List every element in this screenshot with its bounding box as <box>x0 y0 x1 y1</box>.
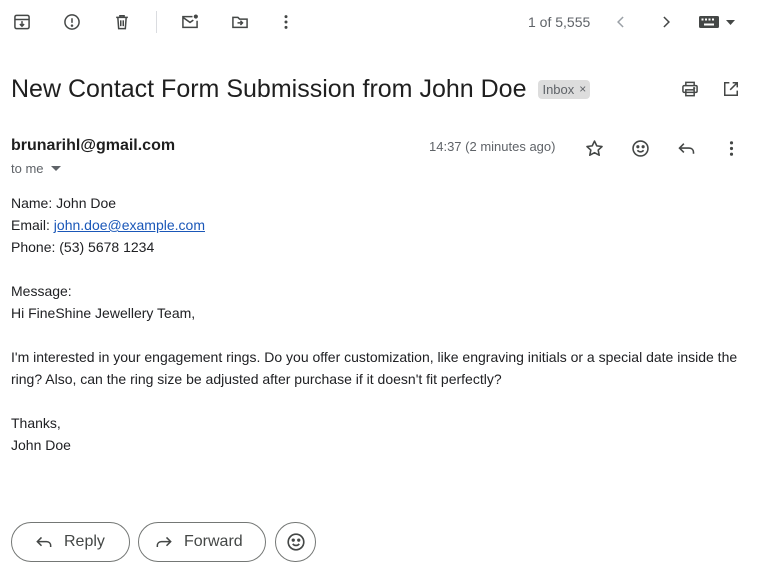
body-email-line: Email: john.doe@example.com <box>11 214 751 236</box>
toolbar: 1 of 5,555 <box>0 0 770 44</box>
message-more-icon[interactable] <box>719 136 743 160</box>
body-phone-line: Phone: (53) 5678 1234 <box>11 239 155 255</box>
delete-icon[interactable] <box>111 11 133 33</box>
forward-button-icon <box>156 536 172 547</box>
move-to-icon[interactable] <box>229 11 251 33</box>
older-chevron-right-icon[interactable] <box>655 11 677 33</box>
emoji-react-button[interactable] <box>275 522 316 562</box>
message-body: Name: John Doe Email: john.doe@example.c… <box>11 192 751 456</box>
reply-button-icon <box>36 536 52 547</box>
inbox-label-badge[interactable]: Inbox × <box>538 79 591 99</box>
smiley-icon <box>286 533 305 551</box>
body-name-line: Name: John Doe <box>11 195 117 211</box>
keyboard-input-tools-icon[interactable] <box>697 11 739 33</box>
body-email-prefix: Email: <box>11 217 54 233</box>
print-icon[interactable] <box>679 78 701 100</box>
reply-button-label: Reply <box>64 533 105 550</box>
email-subject: New Contact Form Submission from John Do… <box>11 74 527 103</box>
inbox-label-text: Inbox <box>542 81 575 97</box>
reply-button[interactable]: Reply <box>11 522 130 562</box>
mark-unread-icon[interactable] <box>179 11 201 33</box>
toolbar-separator <box>156 11 157 33</box>
body-paragraph: I'm interested in your engagement rings.… <box>11 349 738 387</box>
emoji-reaction-icon[interactable] <box>628 136 652 160</box>
star-icon[interactable] <box>582 136 606 160</box>
body-greeting: Hi FineShine Jewellery Team, <box>11 305 196 321</box>
forward-button[interactable]: Forward <box>138 522 266 562</box>
open-in-new-window-icon[interactable] <box>720 78 742 100</box>
caret-down-icon <box>50 166 61 171</box>
report-spam-icon[interactable] <box>61 11 83 33</box>
body-signature: John Doe <box>11 437 71 453</box>
archive-icon[interactable] <box>11 11 33 33</box>
body-message-label: Message: <box>11 283 72 299</box>
subject-row: New Contact Form Submission from John Do… <box>11 72 591 106</box>
message-counter: 1 of 5,555 <box>528 14 591 30</box>
forward-button-label: Forward <box>184 533 243 550</box>
reply-icon[interactable] <box>674 136 698 160</box>
recipient-details-toggle[interactable]: to me <box>11 161 61 176</box>
more-vert-icon[interactable] <box>275 11 297 33</box>
body-thanks: Thanks, <box>11 415 61 431</box>
body-email-link[interactable]: john.doe@example.com <box>54 217 205 233</box>
sender-email: brunarihl@gmail.com <box>11 137 176 154</box>
remove-label-icon[interactable]: × <box>579 82 586 96</box>
newer-chevron-left-icon[interactable] <box>610 11 632 33</box>
message-timestamp: 14:37 (2 minutes ago) <box>429 139 556 154</box>
recipient-label: to me <box>11 161 44 176</box>
